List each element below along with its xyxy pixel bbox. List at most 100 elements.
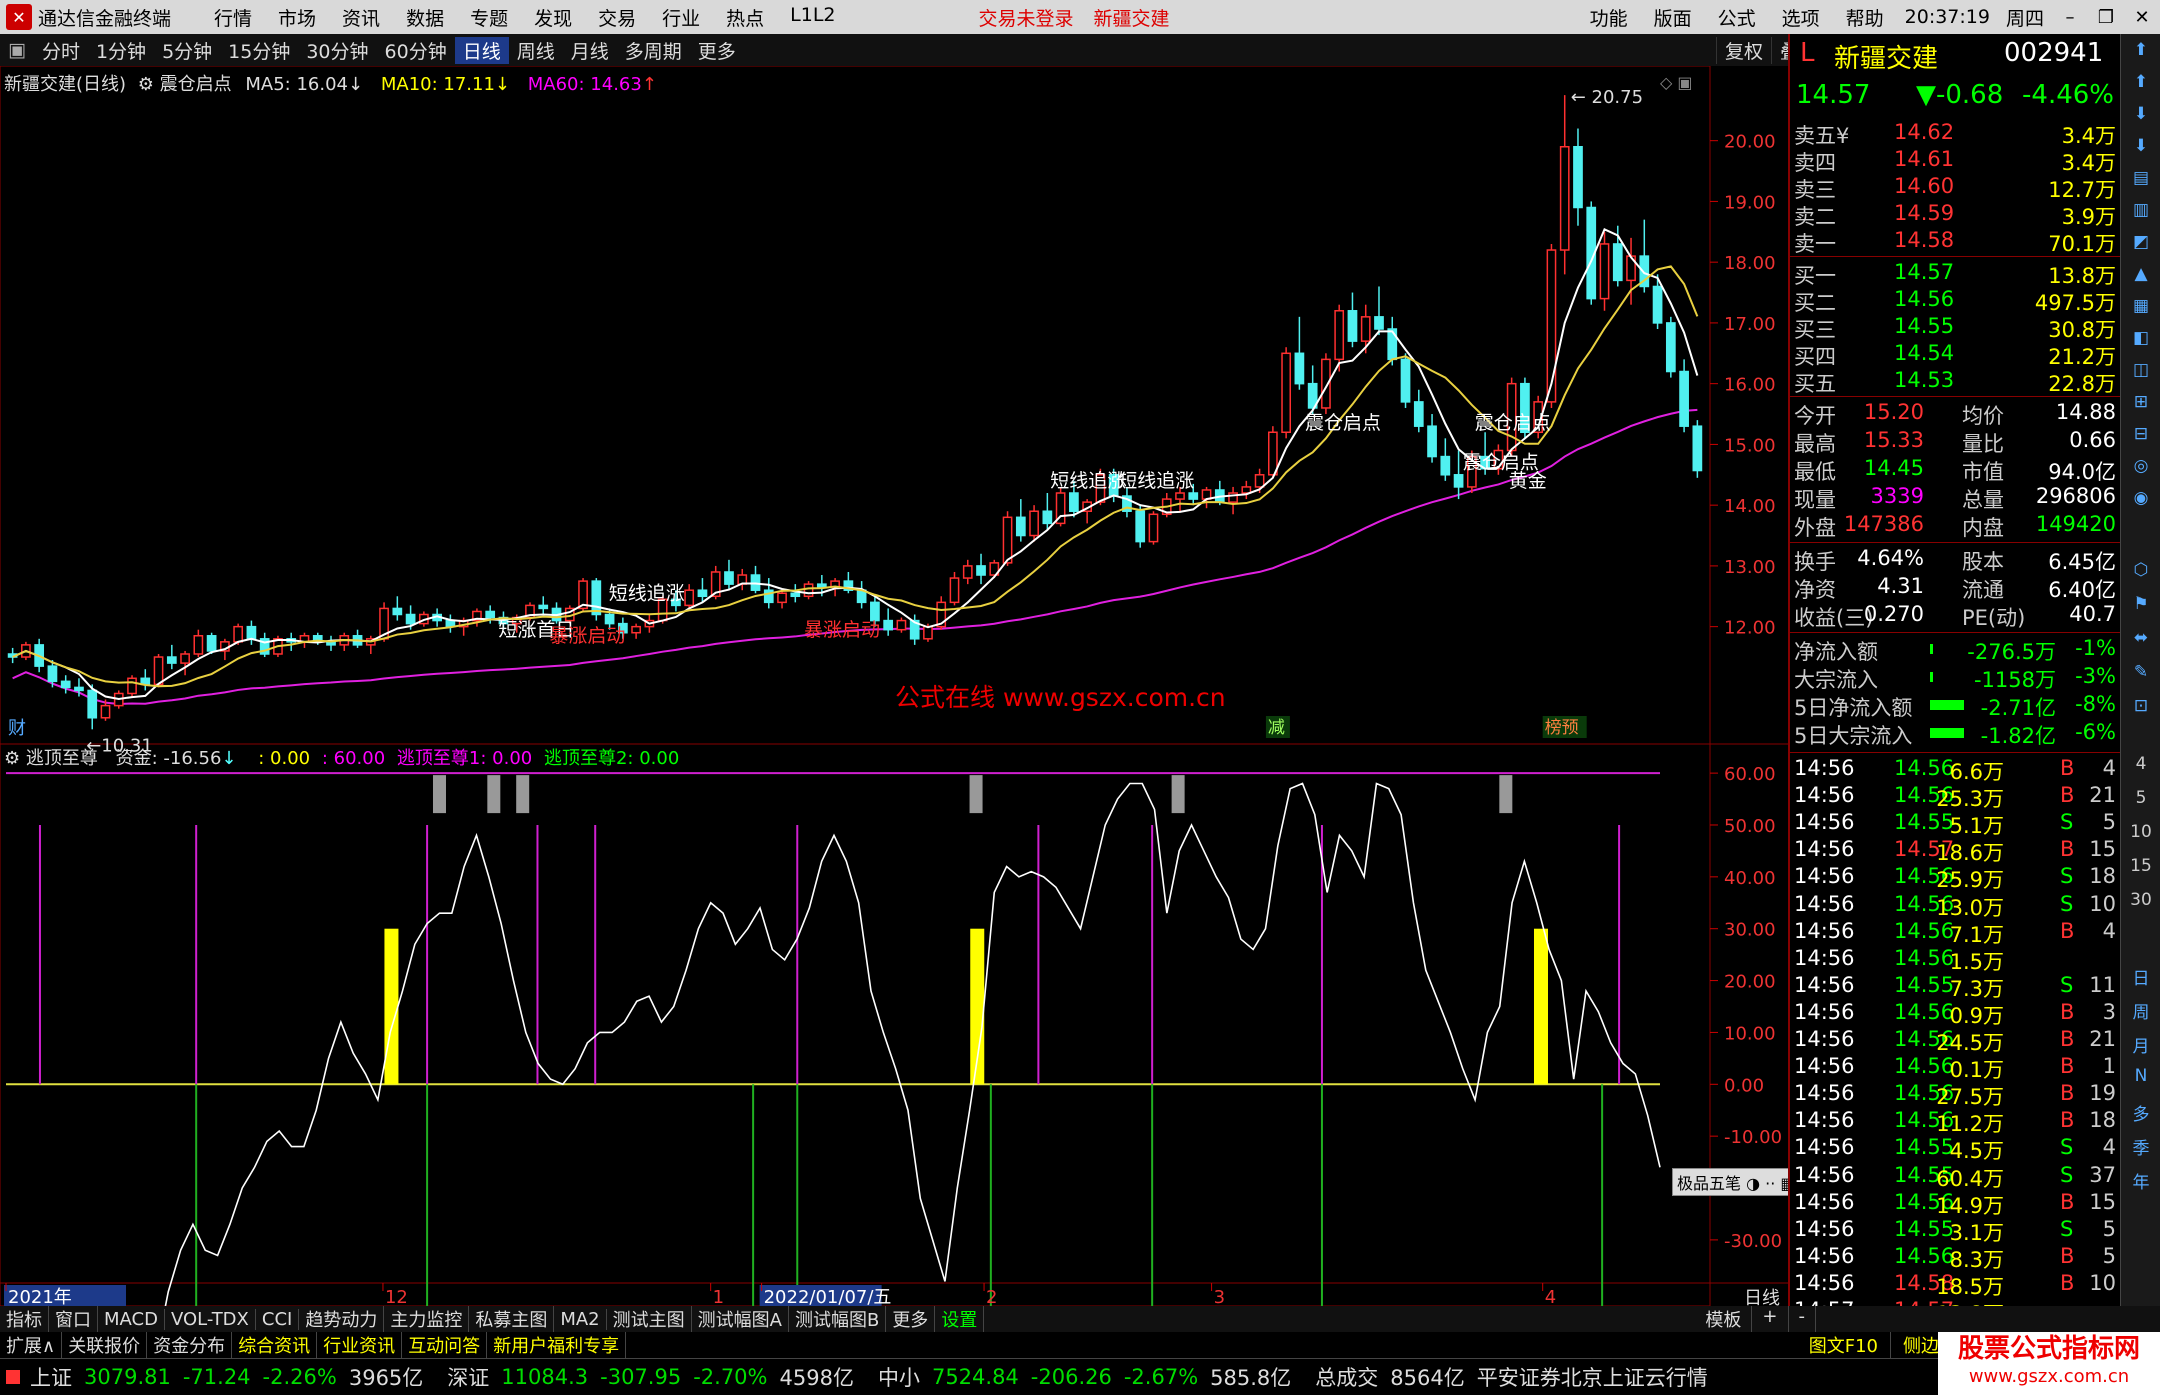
sell-level-1[interactable]: 卖一 14.58 70.1万 (1794, 228, 2116, 256)
candle[interactable] (962, 559, 973, 585)
minimize-icon[interactable]: – (2052, 7, 2088, 28)
badge-1[interactable]: 榜预 (1545, 718, 1579, 738)
candle[interactable] (166, 644, 177, 670)
menu-0[interactable]: 行情 (201, 4, 265, 31)
menu-8[interactable]: 热点 (713, 4, 777, 31)
right-menu-4[interactable]: 帮助 (1833, 4, 1897, 31)
period-tab-1[interactable]: 1分钟 (88, 37, 154, 64)
candle[interactable] (538, 596, 549, 615)
candle[interactable] (286, 632, 297, 651)
tool-button-0[interactable]: 复权 (1715, 36, 1771, 64)
info-tab-4[interactable]: 行业资讯 (317, 1332, 403, 1358)
candle[interactable] (1347, 292, 1358, 348)
trade-tick-row[interactable]: 14:56 14.56 25.9万 S 18 (1794, 864, 2116, 892)
candle[interactable] (750, 565, 761, 594)
indicator-tab-4[interactable]: CCI (256, 1308, 300, 1330)
candle[interactable] (180, 650, 190, 676)
candle[interactable] (1374, 286, 1384, 336)
sidebar-tool-icon[interactable]: ◎ (2125, 456, 2157, 486)
menu-7[interactable]: 行业 (649, 4, 713, 31)
indicator-tab-10[interactable]: 测试幅图A (692, 1306, 789, 1332)
candle[interactable] (140, 669, 151, 691)
sidebar-tool-icon[interactable]: ▲ (2125, 264, 2157, 294)
sidebar-period-4[interactable]: 多 (2125, 1100, 2157, 1130)
toolbar-menu-icon[interactable]: ▣ (0, 39, 34, 61)
candle[interactable] (60, 675, 71, 694)
period-tab-0[interactable]: 分时 (34, 37, 88, 64)
candle[interactable] (976, 553, 986, 585)
trade-tick-row[interactable]: 14:56 14.56 13.0万 S 10 (1794, 892, 2116, 920)
sidebar-tool-icon[interactable]: ◫ (2125, 360, 2157, 390)
period-tab-8[interactable]: 月线 (563, 37, 617, 64)
flow-row-1[interactable]: 大宗流入 -1158万 -3% (1794, 664, 2116, 692)
stat-row-1[interactable]: 最高 15.33 量比 0.66 (1794, 428, 2116, 456)
period-tab-6[interactable]: 日线 (454, 36, 509, 64)
trade-tick-row[interactable]: 14:56 14.55 7.3万 S 11 (1794, 973, 2116, 1001)
sidebar-draw-icon[interactable]: ⬌ (2125, 628, 2157, 658)
candle[interactable] (1665, 316, 1676, 378)
candle[interactable] (1042, 493, 1053, 530)
indicator-tab-9[interactable]: 测试主图 (607, 1306, 692, 1332)
candle[interactable] (1400, 353, 1411, 408)
candle[interactable] (1135, 505, 1146, 548)
candle[interactable] (1029, 505, 1039, 542)
candle[interactable] (1692, 420, 1703, 478)
candle[interactable] (856, 581, 867, 609)
buy-level-1[interactable]: 买一 14.57 13.8万 (1794, 260, 2116, 288)
flow-row-3[interactable]: 5日大宗流入 -1.82亿 -6% (1794, 720, 2116, 748)
trade-tick-row[interactable]: 14:56 14.57 18.6万 B 15 (1794, 837, 2116, 865)
sidebar-draw-icon[interactable]: ⬡ (2125, 560, 2157, 590)
sub-gear-icon[interactable]: ⚙ (4, 748, 20, 769)
finance-marker[interactable]: 财 (8, 718, 26, 739)
buy-level-5[interactable]: 买五 14.53 22.8万 (1794, 368, 2116, 396)
indicator-tab-0[interactable]: 指标 (0, 1306, 49, 1332)
buy-level-4[interactable]: 买四 14.54 21.2万 (1794, 341, 2116, 369)
indicator-tab-8[interactable]: MA2 (554, 1308, 607, 1330)
candle[interactable] (127, 675, 137, 697)
menu-6[interactable]: 交易 (585, 4, 649, 31)
trade-tick-row[interactable]: 14:56 14.56 8.3万 B 5 (1794, 1244, 2116, 1272)
menu-2[interactable]: 资讯 (329, 4, 393, 31)
right-menu-3[interactable]: 选项 (1769, 4, 1833, 31)
candle[interactable] (392, 596, 403, 621)
sidebar-period-1[interactable]: 周 (2125, 998, 2157, 1028)
right-menu-1[interactable]: 版面 (1641, 4, 1705, 31)
candle[interactable] (803, 581, 814, 600)
info-tab-1[interactable]: 关联报价 (62, 1332, 148, 1358)
sidebar-tool-icon[interactable]: ▤ (2125, 168, 2157, 198)
flow-row-2[interactable]: 5日净流入额 -2.71亿 -8% (1794, 692, 2116, 720)
period-tab-2[interactable]: 5分钟 (154, 37, 220, 64)
sidebar-minute-15[interactable]: 15 (2125, 856, 2157, 886)
menu-3[interactable]: 数据 (393, 4, 457, 31)
candle[interactable] (1573, 128, 1583, 226)
menu-4[interactable]: 专题 (457, 4, 521, 31)
pane-maximize-icon[interactable]: ◇ ▣ (1660, 73, 1693, 92)
candle[interactable] (1413, 389, 1424, 433)
index-name-0[interactable]: 上证 (24, 1362, 78, 1392)
candle[interactable] (365, 635, 376, 654)
candle[interactable] (697, 578, 708, 603)
index-name-2[interactable]: 中小 (872, 1362, 926, 1392)
sidebar-period-3[interactable]: N (2125, 1066, 2157, 1096)
candle[interactable] (896, 617, 907, 633)
indicator-tab-6[interactable]: 主力监控 (384, 1306, 470, 1332)
candle[interactable] (445, 614, 456, 633)
period-tab-9[interactable]: 多周期 (617, 37, 690, 64)
info-tab-6[interactable]: 新用户福利专享 (487, 1332, 627, 1358)
sidebar-tool-icon[interactable]: ▥ (2125, 200, 2157, 230)
sidebar-tool-icon[interactable]: ⊞ (2125, 392, 2157, 422)
close-icon[interactable]: ✕ (2124, 7, 2160, 28)
period-tab-10[interactable]: 更多 (690, 37, 744, 64)
restore-icon[interactable]: ❐ (2088, 7, 2124, 28)
candle[interactable] (949, 571, 960, 606)
candle[interactable] (193, 629, 204, 658)
menu-1[interactable]: 市场 (265, 4, 329, 31)
trade-tick-row[interactable]: 14:56 14.56 11.2万 B 18 (1794, 1108, 2116, 1136)
candle[interactable] (591, 578, 602, 621)
trade-tick-row[interactable]: 14:56 14.56 0.1万 B 1 (1794, 1054, 2116, 1082)
sidebar-tool-icon[interactable]: ⬆ (2125, 72, 2157, 102)
trade-tick-row[interactable]: 14:56 14.56 14.9万 B 15 (1794, 1190, 2116, 1218)
indicator-tab-11[interactable]: 测试幅图B (789, 1306, 887, 1332)
stat-row-3[interactable]: 现量 3339 总量 296806 (1794, 484, 2116, 512)
sidebar-minute-4[interactable]: 4 (2125, 754, 2157, 784)
